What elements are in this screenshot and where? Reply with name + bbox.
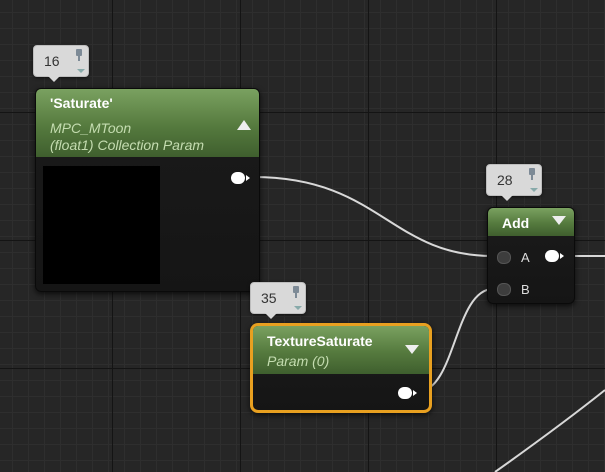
node-index-label: 35 bbox=[261, 290, 277, 306]
node-subtitle-type: (float1) Collection Param bbox=[50, 137, 205, 153]
node-index-label: 28 bbox=[497, 172, 513, 188]
wire-saturate-to-add-a[interactable] bbox=[252, 176, 494, 257]
node-subtitle: Param (0) bbox=[267, 353, 330, 369]
caret-icon bbox=[530, 188, 538, 192]
output-pin[interactable] bbox=[231, 171, 253, 185]
input-pin-icon bbox=[497, 251, 511, 264]
preview-swatch bbox=[43, 166, 160, 284]
output-pin-arrow-icon bbox=[413, 390, 417, 396]
output-pin-arrow-icon bbox=[560, 253, 564, 259]
pin-icon[interactable] bbox=[292, 286, 300, 299]
output-pin[interactable] bbox=[398, 386, 420, 400]
node-title: Add bbox=[502, 215, 530, 231]
node-saturate-collection-param[interactable]: 'Saturate' MPC_MToon (float1) Collection… bbox=[35, 88, 260, 292]
badge-tail bbox=[501, 195, 513, 201]
pin-icon[interactable] bbox=[528, 168, 536, 181]
input-pin-label-a: A bbox=[521, 250, 530, 265]
node-index-label: 16 bbox=[44, 53, 60, 69]
input-pin-b[interactable]: B bbox=[497, 282, 537, 297]
pin-icon[interactable] bbox=[75, 49, 83, 62]
collapse-preview-arrow-icon[interactable] bbox=[237, 120, 251, 130]
collapse-arrow-icon[interactable] bbox=[552, 216, 566, 225]
caret-icon bbox=[77, 69, 85, 73]
collapse-arrow-icon[interactable] bbox=[405, 345, 419, 354]
node-subtitle-collection: MPC_MToon bbox=[50, 120, 132, 136]
input-pin-a[interactable]: A bbox=[497, 250, 537, 265]
output-pin-icon bbox=[231, 172, 245, 184]
node-index-badge-add: 28 bbox=[486, 164, 542, 201]
output-pin-icon bbox=[545, 250, 559, 262]
input-pin-icon bbox=[497, 283, 511, 296]
node-header[interactable]: Add bbox=[488, 208, 574, 236]
wire-offscreen[interactable] bbox=[494, 389, 605, 472]
node-index-badge-saturate: 16 bbox=[33, 45, 89, 82]
node-add[interactable]: Add A B bbox=[487, 207, 575, 304]
node-texturesaturate-param[interactable]: TextureSaturate Param (0) bbox=[250, 323, 432, 413]
node-title: 'Saturate' bbox=[50, 95, 113, 111]
node-header[interactable]: 'Saturate' MPC_MToon (float1) Collection… bbox=[36, 89, 259, 157]
badge-tail bbox=[265, 313, 277, 319]
output-pin-arrow-icon bbox=[246, 175, 250, 181]
output-pin[interactable] bbox=[545, 250, 567, 264]
node-index-badge-texturesaturate: 35 bbox=[250, 282, 306, 319]
node-title: TextureSaturate bbox=[267, 333, 373, 349]
caret-icon bbox=[294, 306, 302, 310]
input-pin-label-b: B bbox=[521, 282, 530, 297]
output-pin-icon bbox=[398, 387, 412, 399]
node-header[interactable]: TextureSaturate Param (0) bbox=[253, 326, 429, 374]
badge-tail bbox=[48, 76, 60, 82]
